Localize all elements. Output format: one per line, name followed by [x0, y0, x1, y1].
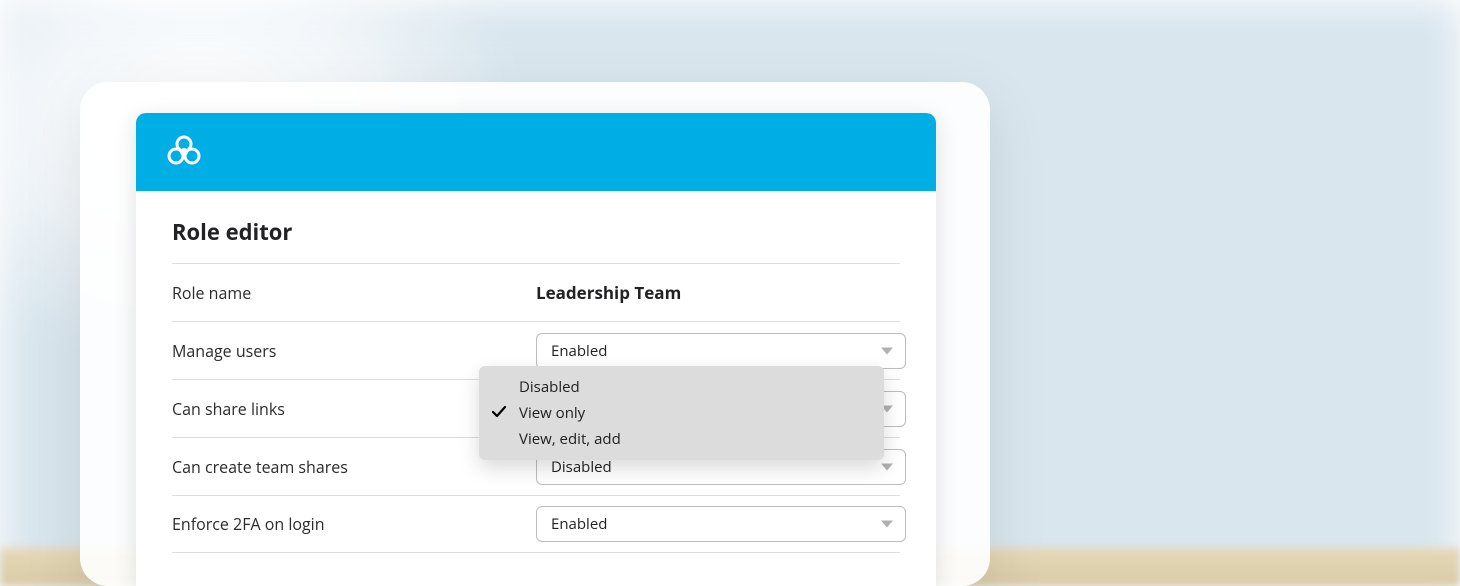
row-label: Manage users	[172, 340, 536, 362]
app-logo-icon	[164, 132, 204, 172]
dropdown-option-disabled[interactable]: Disabled	[479, 374, 884, 400]
role-name-value: Leadership Team	[536, 265, 900, 320]
row-role-name: Role name Leadership Team	[172, 263, 900, 321]
outer-card: Role editor Role name Leadership Team Ma…	[80, 82, 990, 586]
dropdown-option-view-edit-add[interactable]: View, edit, add	[479, 426, 884, 452]
row-label: Enforce 2FA on login	[172, 513, 536, 535]
topbar	[136, 113, 936, 191]
row-label: Role name	[172, 282, 536, 304]
role-editor-panel: Role editor Role name Leadership Team Ma…	[136, 113, 936, 586]
chevron-down-icon	[881, 521, 893, 528]
dropdown-option-label: View, edit, add	[519, 429, 621, 449]
dropdown-option-label: Disabled	[519, 377, 580, 397]
panel-title: Role editor	[172, 217, 900, 263]
check-icon	[491, 404, 507, 425]
dropdown-option-label: View only	[519, 403, 585, 423]
can-share-links-dropdown-menu: Disabled View only View, edit, add	[479, 366, 884, 460]
manage-users-select[interactable]: Enabled	[536, 333, 906, 369]
chevron-down-icon	[881, 347, 893, 354]
select-value: Enabled	[551, 341, 607, 361]
dropdown-option-view-only[interactable]: View only	[479, 400, 884, 426]
select-value: Enabled	[551, 514, 607, 534]
enforce-2fa-select[interactable]: Enabled	[536, 506, 906, 542]
row-enforce-2fa: Enforce 2FA on login Enabled	[172, 495, 900, 553]
chevron-down-icon	[881, 463, 893, 470]
